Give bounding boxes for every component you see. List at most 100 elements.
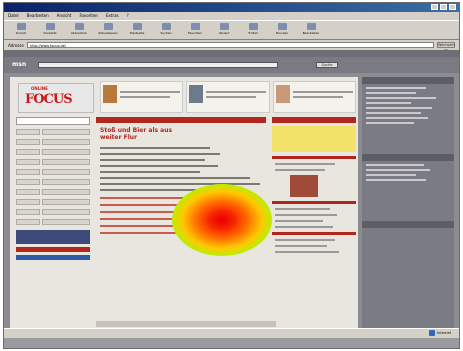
portal-search-input[interactable] [38, 62, 278, 68]
nav-item-right [42, 149, 90, 155]
menu-view[interactable]: Ansicht [57, 12, 72, 20]
right-panel-image[interactable] [290, 175, 318, 197]
teaser-card[interactable] [272, 81, 356, 113]
right-column-link[interactable] [366, 97, 436, 99]
right-column-link[interactable] [366, 164, 424, 166]
nav-item-left [16, 189, 40, 195]
teaser-text-line [120, 91, 180, 93]
address-input[interactable]: http://www.focus.de/ [26, 42, 434, 48]
minimize-button[interactable] [431, 4, 438, 10]
favorites-button[interactable]: Favoriten [182, 23, 208, 38]
history-label: Verlauf [218, 31, 230, 35]
nav-item-left [16, 129, 40, 135]
go-button[interactable]: Wechseln zu [437, 42, 455, 52]
article-body [100, 147, 266, 191]
nav-blue-bar[interactable] [16, 255, 90, 260]
right-column-link[interactable] [366, 174, 416, 176]
nav-item[interactable] [16, 158, 90, 166]
nav-item[interactable] [16, 168, 90, 176]
history-icon [219, 23, 229, 30]
stop-label: Abbrechen [70, 31, 88, 35]
mail-icon [248, 23, 258, 30]
portal-logo[interactable]: msn [12, 61, 26, 68]
forward-label: Vorwärts [43, 31, 57, 35]
nav-promo-box[interactable] [16, 230, 90, 244]
portal-search-button[interactable]: Suche [316, 62, 338, 68]
close-button[interactable] [449, 4, 456, 10]
right-red-bar [272, 201, 356, 204]
teaser-text-line [292, 91, 353, 93]
teaser-card[interactable] [100, 81, 184, 113]
nav-search-input[interactable] [16, 117, 90, 125]
home-button[interactable]: Startseite [124, 23, 150, 38]
status-bar: Internet [4, 328, 459, 338]
portal-nav-bar[interactable] [4, 50, 459, 57]
edit-button[interactable]: Bearbeiten [298, 23, 324, 38]
nav-item[interactable] [16, 138, 90, 146]
teaser-image [189, 85, 204, 103]
refresh-icon [103, 23, 113, 30]
right-column-header [362, 221, 454, 228]
nav-item-right [42, 169, 90, 175]
menu-file[interactable]: Datei [8, 12, 19, 20]
home-label: Startseite [129, 31, 145, 35]
back-button[interactable]: Zurück [8, 23, 34, 38]
nav-item-right [42, 219, 90, 225]
taskbar [4, 338, 459, 348]
toolbar: Zurück Vorwärts Abbrechen Aktualisieren … [4, 20, 459, 40]
right-red-bar [272, 232, 356, 235]
teaser-card[interactable] [186, 81, 270, 113]
nav-item-right [42, 159, 90, 165]
maximize-button[interactable] [440, 4, 447, 10]
print-button[interactable]: Drucken [269, 23, 295, 38]
teaser-text-line [206, 96, 257, 98]
nav-item[interactable] [16, 198, 90, 206]
right-column-link[interactable] [366, 112, 421, 114]
right-column-link[interactable] [366, 102, 411, 104]
right-panel-lines [272, 239, 356, 253]
right-column-link[interactable] [366, 87, 426, 89]
search-button[interactable]: Suchen [153, 23, 179, 38]
right-column-link[interactable] [366, 92, 416, 94]
zone-label: Internet [437, 331, 451, 335]
menu-help[interactable]: ? [127, 12, 129, 20]
article-headline[interactable]: Stoß und Bier als aus weiter Flur [100, 127, 180, 141]
nav-item[interactable] [16, 218, 90, 226]
stop-button[interactable]: Abbrechen [66, 23, 92, 38]
menu-favorites[interactable]: Favoriten [79, 12, 98, 20]
menu-tools[interactable]: Extras [106, 12, 119, 20]
home-icon [132, 23, 142, 30]
brand-logo[interactable]: ONLINE FOCUS [18, 83, 94, 113]
right-column-link[interactable] [366, 107, 432, 109]
gaze-heatmap-overlay [172, 184, 272, 256]
nav-item[interactable] [16, 128, 90, 136]
brand-name: FOCUS [25, 92, 73, 107]
mail-button[interactable]: E-Mail [240, 23, 266, 38]
back-icon [16, 23, 26, 30]
nav-item[interactable] [16, 208, 90, 216]
menu-bar: Datei Bearbeiten Ansicht Favoriten Extra… [4, 12, 459, 20]
teaser-image [275, 85, 290, 103]
right-column-link[interactable] [366, 122, 414, 124]
teaser-text-line [120, 96, 170, 98]
nav-item[interactable] [16, 178, 90, 186]
nav-red-bar [16, 247, 90, 252]
globe-icon [429, 330, 436, 336]
search-label: Suchen [160, 31, 172, 35]
refresh-button[interactable]: Aktualisieren [95, 23, 121, 38]
nav-item[interactable] [16, 148, 90, 156]
history-button[interactable]: Verlauf [211, 23, 237, 38]
section-header [96, 117, 266, 123]
promo-box[interactable] [272, 126, 356, 152]
stop-icon [74, 23, 84, 30]
nav-item-left [16, 159, 40, 165]
right-column-header [362, 77, 454, 84]
forward-button[interactable]: Vorwärts [37, 23, 63, 38]
nav-item-left [16, 149, 40, 155]
menu-edit[interactable]: Bearbeiten [27, 12, 49, 20]
right-column-link[interactable] [366, 169, 430, 171]
right-column-link[interactable] [366, 179, 426, 181]
security-zone: Internet [429, 330, 451, 336]
right-column-link[interactable] [366, 117, 428, 119]
nav-item[interactable] [16, 188, 90, 196]
